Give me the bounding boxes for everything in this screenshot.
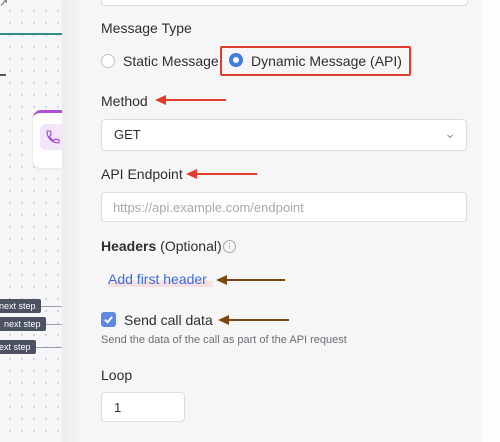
static-message-radio[interactable] <box>101 54 115 68</box>
page-margin <box>481 0 500 442</box>
loop-input-value: 1 <box>114 400 122 415</box>
arrow-left-annotation <box>186 169 257 179</box>
chevron-down-icon: ⌄ <box>444 126 456 142</box>
step-pill[interactable]: ext step <box>0 340 36 354</box>
headers-label-bold: Headers <box>101 238 157 254</box>
arrow-left-annotation <box>218 315 289 325</box>
message-type-label: Message Type <box>101 20 192 36</box>
headers-label: Headers (Optional) <box>101 238 222 254</box>
dynamic-message-label[interactable]: Dynamic Message (API) <box>251 53 402 69</box>
send-call-data-description: Send the data of the call as part of the… <box>101 334 347 346</box>
phone-icon <box>46 130 60 144</box>
method-select-value: GET <box>114 127 141 142</box>
step-pill[interactable]: next step <box>0 317 46 331</box>
loop-input[interactable]: 1 <box>101 392 185 422</box>
send-call-data-checkbox[interactable] <box>101 312 116 327</box>
method-select[interactable]: GET ⌄ <box>101 119 467 151</box>
call-node[interactable] <box>33 110 66 168</box>
method-label: Method <box>101 93 148 109</box>
panel-shadow <box>62 0 86 442</box>
static-message-label[interactable]: Static Message <box>123 53 219 69</box>
arrow-icon: ↗ <box>0 0 9 9</box>
add-first-header-link[interactable]: Add first header <box>108 271 213 287</box>
send-call-data-label[interactable]: Send call data <box>124 312 213 328</box>
info-icon[interactable]: i <box>223 240 236 253</box>
headers-label-suffix: (Optional) <box>160 238 222 254</box>
flow-connector-stub <box>0 74 6 76</box>
arrow-left-annotation <box>155 95 226 105</box>
flow-canvas[interactable]: ↗ <box>0 0 66 442</box>
step-pill[interactable]: next step <box>0 299 41 313</box>
previous-field-box[interactable] <box>101 0 468 6</box>
arrow-left-annotation <box>216 275 285 285</box>
check-icon <box>104 316 113 324</box>
api-endpoint-label: API Endpoint <box>101 166 183 182</box>
api-endpoint-input[interactable]: https://api.example.com/endpoint <box>101 192 467 222</box>
flow-connector <box>0 33 62 35</box>
loop-label: Loop <box>101 367 133 383</box>
dynamic-message-radio[interactable] <box>229 53 243 67</box>
flow-connector <box>34 347 62 348</box>
flow-connector <box>38 306 62 307</box>
api-endpoint-placeholder: https://api.example.com/endpoint <box>113 200 304 215</box>
